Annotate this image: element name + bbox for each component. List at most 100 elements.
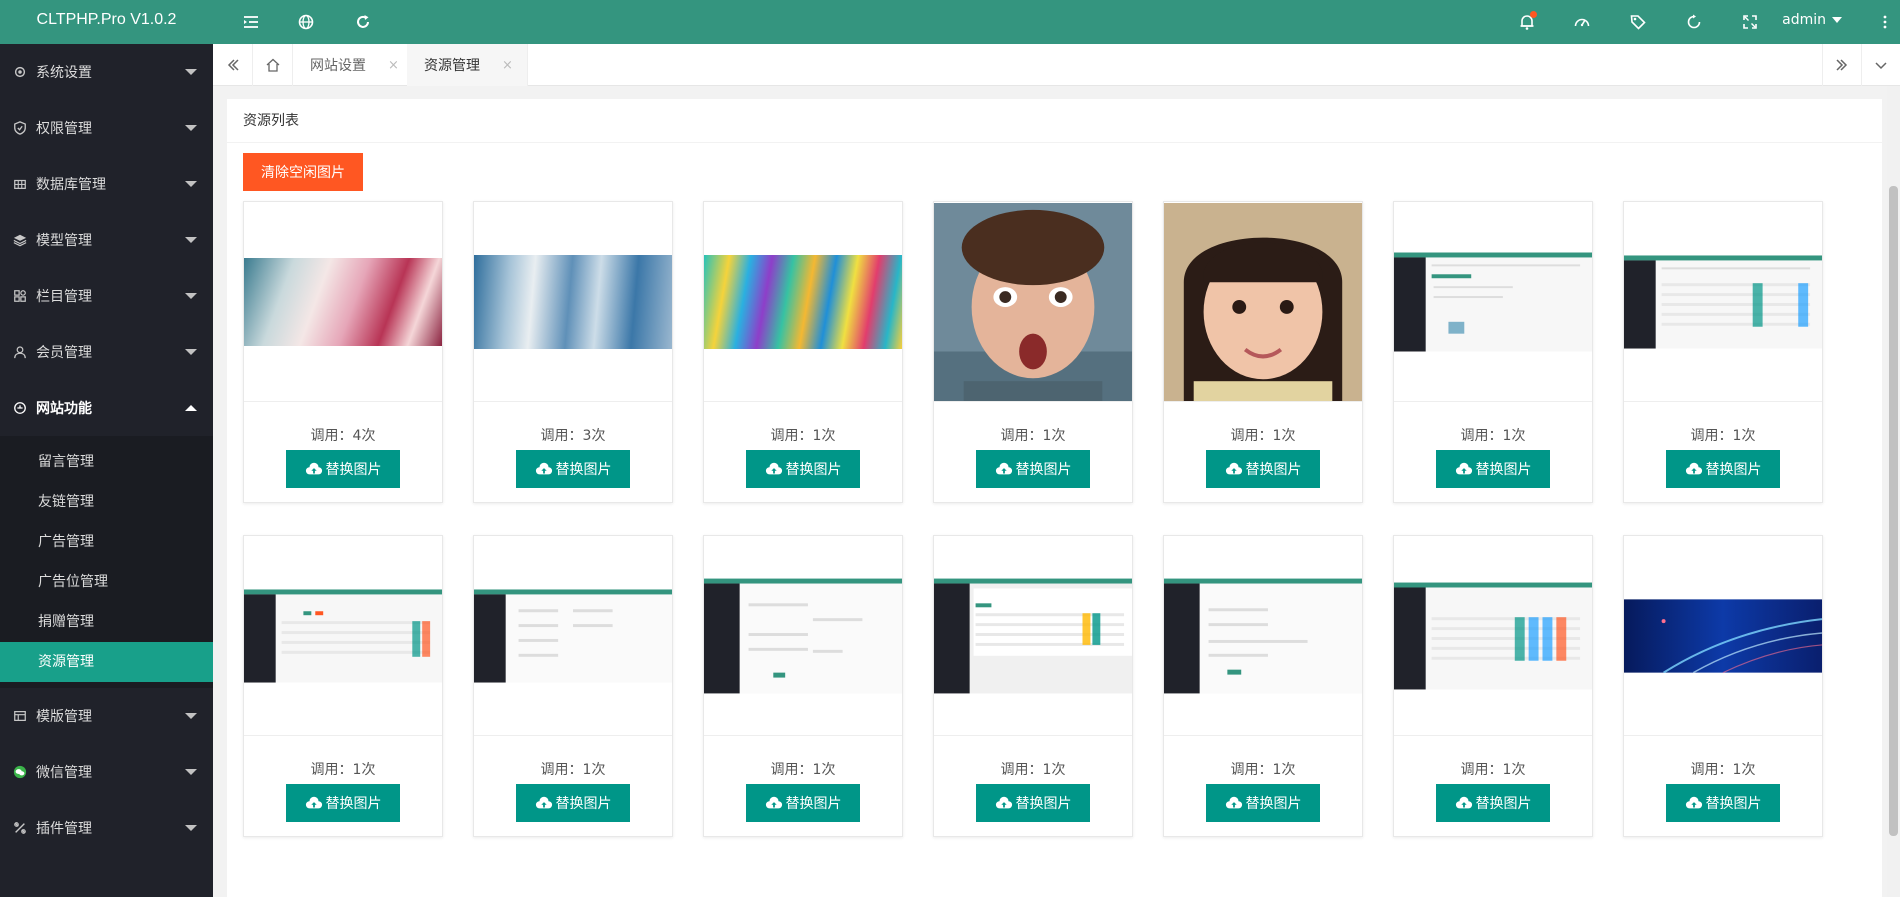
replace-image-button[interactable]: 替换图片 [286,784,400,822]
close-icon[interactable]: × [502,58,513,73]
tab-website-settings[interactable]: 网站设置 × [293,44,414,86]
cloud-upload-icon [1685,462,1702,475]
cloud-upload-icon [1225,462,1242,475]
bell-icon[interactable] [1512,0,1542,44]
tabs-scroll-right-icon[interactable] [1822,44,1862,86]
tabs-scroll-left-icon[interactable] [213,44,253,86]
cloud-upload-icon [765,796,782,809]
blue-abstract-painting [474,254,672,349]
cloud-upload-icon [995,796,1012,809]
close-icon[interactable]: × [388,58,399,73]
admin-screenshot [474,588,672,683]
shield-icon [13,121,27,135]
image-preview [1394,202,1592,402]
image-card: 调用：1次 替换图片 [1623,201,1823,503]
replace-image-button[interactable]: 替换图片 [1666,450,1780,488]
sidebar-subitem-links[interactable]: 友链管理 [0,482,213,522]
chevron-down-icon [185,769,197,775]
chevron-down-icon [185,69,197,75]
tag-icon[interactable] [1623,0,1653,44]
fullscreen-icon[interactable] [1735,0,1765,44]
cloud-upload-icon [305,796,322,809]
sidebar-subitem-resources[interactable]: 资源管理 [0,642,213,682]
caret-down-icon [1832,17,1842,23]
chevron-down-icon [185,349,197,355]
surprised-boy-photo [934,202,1132,401]
clear-idle-images-button[interactable]: 清除空闲图片 [243,153,363,191]
sidebar-submenu: 留言管理 友链管理 广告管理 广告位管理 捐赠管理 资源管理 [0,436,213,688]
dashboard-icon[interactable] [1567,0,1597,44]
more-icon[interactable] [1870,0,1900,44]
cloud-upload-icon [1685,796,1702,809]
sidebar-item-website-functions[interactable]: 网站功能 [0,380,213,436]
sidebar-item-label: 插件管理 [36,821,92,837]
sidebar-item-wechat[interactable]: 微信管理 [0,744,213,800]
replace-image-button[interactable]: 替换图片 [1206,450,1320,488]
replace-image-button[interactable]: 替换图片 [746,450,860,488]
username: admin [1782,12,1826,28]
replace-image-button[interactable]: 替换图片 [1206,784,1320,822]
grid-icon [13,177,27,191]
admin-screenshot [1394,252,1592,351]
chevron-down-icon [185,125,197,131]
refresh-icon[interactable] [348,0,378,44]
usage-count: 调用：1次 [1690,428,1756,444]
image-preview [244,202,442,402]
replace-image-button[interactable]: 替换图片 [976,784,1090,822]
reload-icon[interactable] [1679,0,1709,44]
sidebar-item-system-settings[interactable]: 系统设置 [0,44,213,100]
sidebar-subitem-ad-positions[interactable]: 广告位管理 [0,562,213,602]
layers-icon [13,233,27,247]
replace-image-button[interactable]: 替换图片 [1436,784,1550,822]
admin-screenshot [244,588,442,683]
admin-screenshot [1164,578,1362,693]
sidebar-subitem-messages[interactable]: 留言管理 [0,442,213,482]
usage-count: 调用：1次 [1000,428,1066,444]
replace-image-button[interactable]: 替换图片 [516,784,630,822]
image-preview [934,202,1132,402]
cloud-upload-icon [535,796,552,809]
usage-count: 调用：1次 [1230,762,1296,778]
sidebar-subitem-ads[interactable]: 广告管理 [0,522,213,562]
sidebar-subitem-donations[interactable]: 捐赠管理 [0,602,213,642]
sidebar-item-models[interactable]: 模型管理 [0,212,213,268]
menu-toggle-icon[interactable] [236,0,266,44]
sidebar-menu: 系统设置 权限管理 数据库管理 模型管理 栏目管理 会员管理 网站功能 留言管理… [0,44,213,856]
sidebar: CLTPHP.Pro V1.0.2 系统设置 权限管理 数据库管理 模型管理 栏… [0,0,213,897]
chevron-down-icon [185,181,197,187]
sidebar-item-members[interactable]: 会员管理 [0,324,213,380]
sidebar-item-columns[interactable]: 栏目管理 [0,268,213,324]
tabs-dropdown-icon[interactable] [1862,44,1900,86]
wechat-icon [13,765,27,779]
user-menu[interactable]: admin [1782,0,1842,44]
sidebar-item-label: 网站功能 [36,401,92,417]
image-card: 调用：1次 替换图片 [703,535,903,837]
home-icon[interactable] [253,44,293,86]
sidebar-item-label: 会员管理 [36,345,92,361]
replace-image-button[interactable]: 替换图片 [516,450,630,488]
admin-screenshot [1394,582,1592,689]
tab-resource-management[interactable]: 资源管理 × [407,44,528,86]
sidebar-item-templates[interactable]: 模版管理 [0,688,213,744]
globe-icon[interactable] [291,0,321,44]
image-preview [474,202,672,402]
cloud-upload-icon [765,462,782,475]
cloud-upload-icon [305,462,322,475]
scrollbar[interactable] [1887,86,1900,897]
chevron-down-icon [185,237,197,243]
tab-label: 网站设置 [310,58,366,74]
scrollbar-thumb[interactable] [1889,186,1898,836]
replace-image-button[interactable]: 替换图片 [746,784,860,822]
replace-image-button[interactable]: 替换图片 [976,450,1090,488]
usage-count: 调用：4次 [310,428,376,444]
replace-image-button[interactable]: 替换图片 [286,450,400,488]
image-card: 调用：1次 替换图片 [243,535,443,837]
usage-count: 调用：1次 [540,762,606,778]
sidebar-item-permissions[interactable]: 权限管理 [0,100,213,156]
admin-screenshot [1624,254,1822,349]
image-preview [1624,536,1822,736]
replace-image-button[interactable]: 替换图片 [1436,450,1550,488]
sidebar-item-database[interactable]: 数据库管理 [0,156,213,212]
replace-image-button[interactable]: 替换图片 [1666,784,1780,822]
sidebar-item-plugins[interactable]: 插件管理 [0,800,213,856]
